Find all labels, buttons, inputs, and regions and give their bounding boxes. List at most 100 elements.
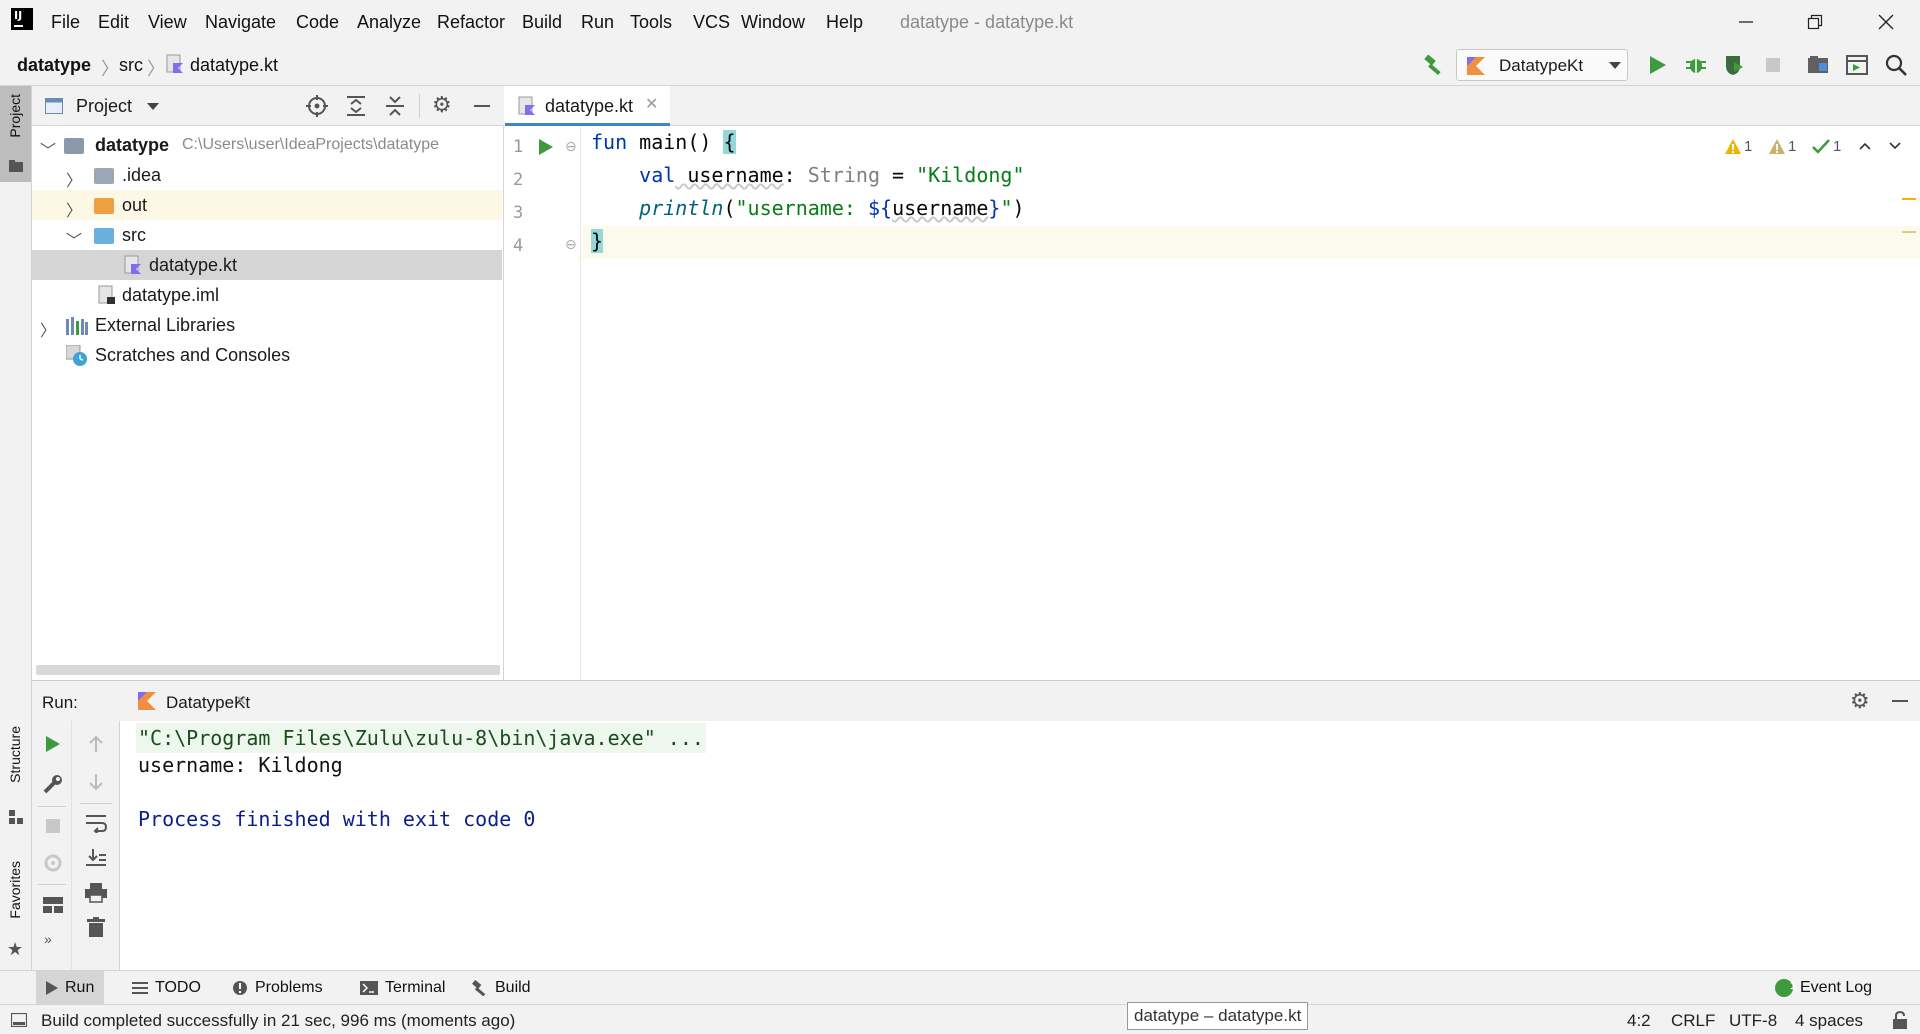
line-separator[interactable]: CRLF bbox=[1671, 1011, 1715, 1031]
more-actions-icon[interactable]: » bbox=[44, 931, 52, 947]
search-icon[interactable] bbox=[1884, 53, 1908, 77]
tree-item-label: External Libraries bbox=[95, 315, 236, 335]
bottom-tab-todo[interactable]: TODO bbox=[122, 971, 211, 1005]
code-token: println bbox=[639, 196, 724, 220]
console-output-line: username: Kildong bbox=[138, 753, 343, 777]
inspection-widget[interactable]: 1 1 1 bbox=[1725, 136, 1915, 160]
bottom-tab-terminal[interactable]: Terminal bbox=[350, 971, 455, 1005]
project-tool-tab[interactable]: Project bbox=[0, 86, 31, 182]
code-line-3[interactable]: println("username: ${username}") bbox=[591, 196, 1024, 220]
fold-marker-icon[interactable]: ⊖ bbox=[565, 236, 577, 253]
close-tab-icon[interactable]: ✕ bbox=[235, 692, 248, 710]
tree-item-src[interactable]: ﹀ src bbox=[32, 220, 502, 250]
chevron-right-icon: 〉 bbox=[66, 203, 83, 220]
tree-item-scratches[interactable]: Scratches and Consoles bbox=[32, 340, 502, 370]
print-icon[interactable] bbox=[85, 883, 107, 903]
project-structure-icon[interactable] bbox=[1806, 53, 1830, 77]
event-log-button[interactable]: 1 Event Log bbox=[1765, 971, 1882, 1005]
menu-file[interactable]: File bbox=[51, 12, 80, 33]
gear-icon[interactable]: ⚙ bbox=[432, 92, 452, 118]
chevron-up-icon[interactable] bbox=[1859, 142, 1871, 150]
presentation-icon[interactable] bbox=[1845, 53, 1869, 77]
todo-list-icon bbox=[132, 982, 148, 994]
warning-marker[interactable] bbox=[1902, 198, 1916, 200]
restore-button[interactable] bbox=[1795, 8, 1835, 36]
fold-marker-icon[interactable]: ⊖ bbox=[565, 138, 577, 155]
tree-item-datatype-kt[interactable]: datatype.kt bbox=[32, 250, 502, 280]
arrow-up-icon[interactable] bbox=[89, 735, 103, 753]
run-icon[interactable] bbox=[1645, 53, 1669, 77]
code-line-1[interactable]: fun main() { bbox=[591, 130, 736, 154]
scroll-to-end-icon[interactable] bbox=[85, 847, 107, 867]
bottom-tab-build[interactable]: Build bbox=[462, 971, 541, 1005]
dump-threads-icon[interactable] bbox=[43, 853, 63, 873]
run-configuration-select[interactable]: DatatypeKt bbox=[1456, 49, 1628, 81]
trash-icon[interactable] bbox=[87, 917, 105, 937]
menu-build[interactable]: Build bbox=[522, 12, 562, 33]
tree-item-external-libraries[interactable]: 〉 External Libraries bbox=[32, 310, 502, 340]
minimize-button[interactable] bbox=[1726, 8, 1766, 36]
menu-view[interactable]: View bbox=[148, 12, 187, 33]
expand-all-icon[interactable] bbox=[345, 95, 367, 117]
menu-run[interactable]: Run bbox=[581, 12, 614, 33]
line-number: 2 bbox=[513, 170, 524, 190]
stop-icon[interactable] bbox=[1761, 53, 1785, 77]
run-with-coverage-icon[interactable] bbox=[1722, 53, 1746, 77]
build-hammer-icon[interactable] bbox=[1422, 53, 1446, 77]
favorites-tool-tab[interactable]: Favorites ★ bbox=[0, 861, 31, 961]
code-line-2[interactable]: val username: String = "Kildong" bbox=[591, 163, 1024, 187]
project-view-title[interactable]: Project bbox=[76, 96, 132, 117]
menu-edit[interactable]: Edit bbox=[98, 12, 129, 33]
collapse-all-icon[interactable] bbox=[384, 95, 406, 117]
editor-tab-datatype-kt[interactable]: datatype.kt ✕ bbox=[505, 86, 670, 126]
code-token: username bbox=[892, 196, 989, 220]
bottom-tab-run[interactable]: Run bbox=[36, 971, 105, 1005]
unlock-icon[interactable] bbox=[1893, 1011, 1907, 1029]
hide-panel-icon[interactable] bbox=[1892, 700, 1908, 702]
rerun-icon[interactable] bbox=[46, 736, 60, 752]
menu-refactor[interactable]: Refactor bbox=[437, 12, 505, 33]
hide-panel-icon[interactable] bbox=[474, 105, 490, 107]
menu-help[interactable]: Help bbox=[826, 12, 863, 33]
close-tab-icon[interactable]: ✕ bbox=[645, 94, 658, 114]
menu-code[interactable]: Code bbox=[296, 12, 339, 33]
run-gutter-icon[interactable] bbox=[539, 139, 553, 155]
tree-item-datatype[interactable]: ﹀ datatype C:\Users\user\IdeaProjects\da… bbox=[32, 130, 502, 160]
status-message[interactable]: Build completed successfully in 21 sec, … bbox=[41, 1011, 515, 1031]
folder-icon bbox=[9, 160, 23, 172]
tree-item-out[interactable]: 〉 out bbox=[32, 190, 502, 220]
gear-icon[interactable]: ⚙ bbox=[1850, 688, 1870, 714]
soft-wrap-icon[interactable] bbox=[85, 813, 107, 833]
locate-file-icon[interactable] bbox=[306, 95, 328, 117]
menu-window[interactable]: Window bbox=[741, 12, 805, 33]
bottom-tab-problems[interactable]: Problems bbox=[222, 971, 333, 1005]
breadcrumb-file[interactable]: datatype.kt bbox=[190, 55, 278, 76]
menu-tools[interactable]: Tools bbox=[630, 12, 672, 33]
menu-vcs[interactable]: VCS bbox=[693, 12, 730, 33]
code-line-4[interactable]: } bbox=[591, 229, 604, 253]
weak-warning-marker[interactable] bbox=[1902, 231, 1916, 233]
caret-position[interactable]: 4:2 bbox=[1627, 1011, 1651, 1031]
structure-tool-tab[interactable]: Structure bbox=[0, 726, 31, 826]
tree-item-idea[interactable]: 〉 .idea bbox=[32, 160, 502, 190]
toggle-tool-windows-icon[interactable] bbox=[11, 1013, 27, 1027]
warning-count: 1 bbox=[1744, 138, 1753, 155]
arrow-down-icon[interactable] bbox=[89, 773, 103, 791]
layout-icon[interactable] bbox=[43, 897, 63, 913]
run-tab-datatypekt[interactable]: DatatypeKt bbox=[102, 681, 250, 721]
menu-navigate[interactable]: Navigate bbox=[205, 12, 276, 33]
breadcrumb-folder[interactable]: src bbox=[119, 55, 143, 76]
breadcrumb-project[interactable]: datatype bbox=[17, 55, 91, 76]
chevron-down-icon[interactable] bbox=[1889, 142, 1901, 150]
menu-analyze[interactable]: Analyze bbox=[357, 12, 421, 33]
close-window-button[interactable] bbox=[1866, 8, 1906, 36]
file-encoding[interactable]: UTF-8 bbox=[1729, 1011, 1777, 1031]
horizontal-scrollbar[interactable] bbox=[36, 665, 500, 675]
debug-bug-icon[interactable] bbox=[1684, 53, 1708, 77]
indent-setting[interactable]: 4 spaces bbox=[1795, 1011, 1863, 1031]
wrench-icon[interactable] bbox=[43, 774, 63, 794]
tree-item-datatype-iml[interactable]: datatype.iml bbox=[32, 280, 502, 310]
left-tool-stripe: Project Structure Favorites ★ bbox=[0, 86, 32, 970]
chevron-down-icon[interactable] bbox=[147, 103, 159, 111]
stop-icon[interactable] bbox=[46, 819, 60, 833]
